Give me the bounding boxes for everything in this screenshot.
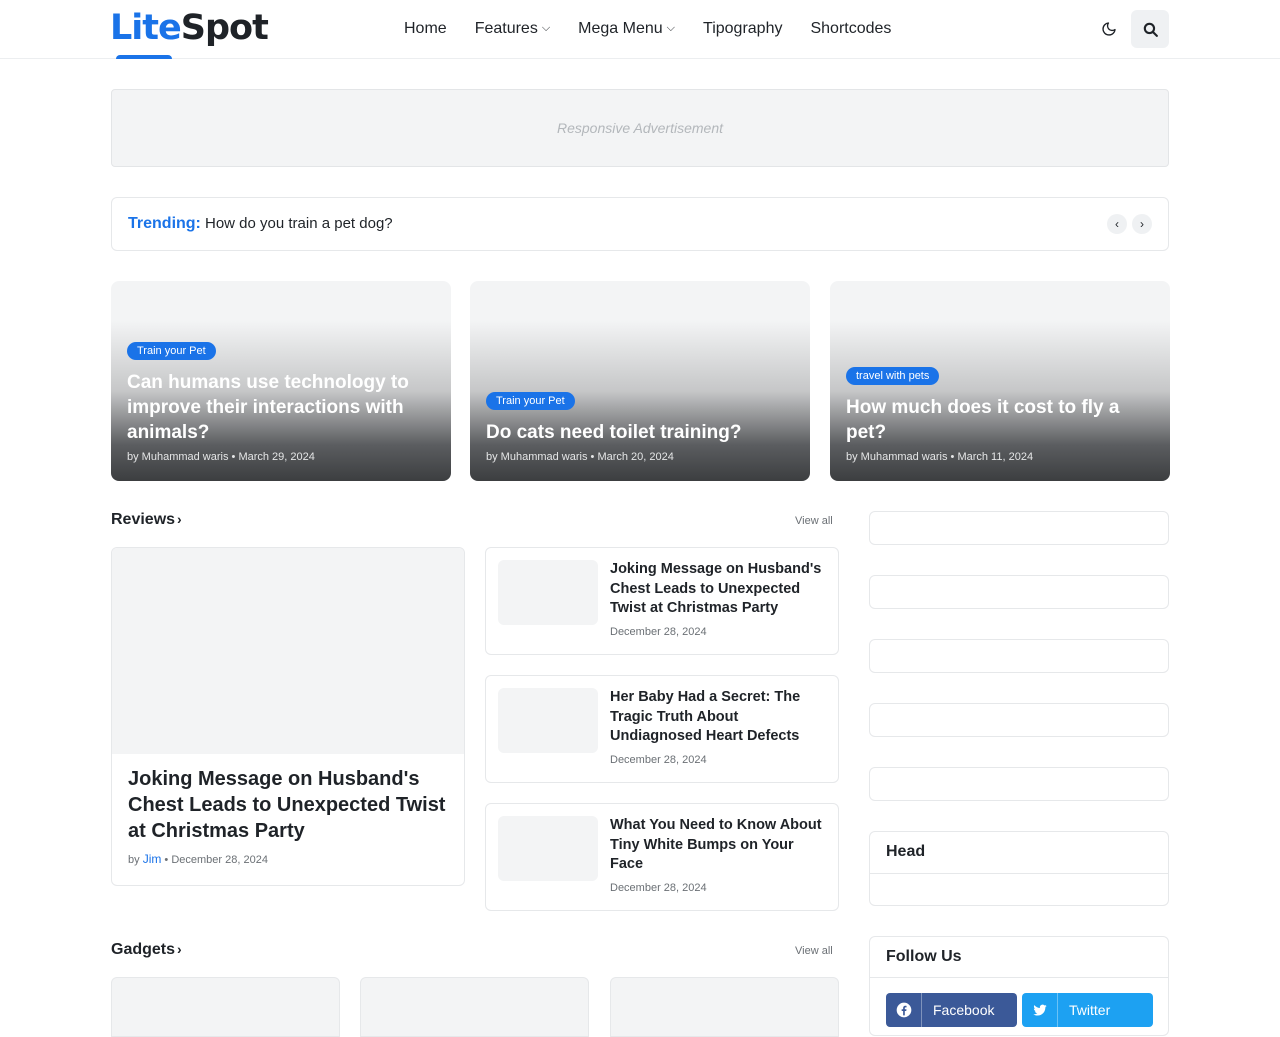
search-button[interactable] <box>1131 10 1169 48</box>
chevron-left-icon: ‹ <box>1115 217 1119 231</box>
nav-shortcodes[interactable]: Shortcodes <box>810 20 891 38</box>
nav-mega-menu[interactable]: Mega Menu ⌵ <box>578 20 675 38</box>
chevron-down-icon: ⌵ <box>666 21 676 34</box>
trending-label: Trending: <box>128 215 201 232</box>
logo-lite-text: Lite <box>110 8 182 48</box>
logo-underline <box>116 55 172 59</box>
reviews-section-title[interactable]: Reviews › <box>111 511 182 529</box>
featured-title[interactable]: How much does it cost to fly a pet? <box>846 395 1154 445</box>
follow-widget-title: Follow Us <box>886 948 962 965</box>
review-main-image[interactable] <box>112 548 464 754</box>
review-item-title[interactable]: Her Baby Had a Secret: The Tragic Truth … <box>610 688 830 747</box>
head-widget-title: Head <box>886 843 926 860</box>
featured-title[interactable]: Can humans use technology to improve the… <box>127 370 435 445</box>
category-tag[interactable]: Train your Pet <box>127 342 216 360</box>
trending-headline[interactable]: How do you train a pet dog? <box>205 215 393 232</box>
main-nav: Home Features ⌵ Mega Menu ⌵ Tipography Sho… <box>404 0 891 58</box>
reviews-title-text: Reviews <box>111 511 176 528</box>
advertisement-slot: Responsive Advertisement <box>111 89 1169 167</box>
nav-mega-menu-label: Mega Menu <box>578 20 663 37</box>
advertisement-text: Responsive Advertisement <box>556 120 723 136</box>
site-logo[interactable]: LiteSpot <box>110 8 269 48</box>
featured-card[interactable]: travel with pets How much does it cost t… <box>830 281 1170 481</box>
twitter-label: Twitter <box>1069 1002 1111 1018</box>
review-main-card[interactable]: Joking Message on Husband's Chest Leads … <box>111 547 465 886</box>
gadget-card[interactable] <box>360 977 589 1037</box>
chevron-right-icon: › <box>177 511 182 527</box>
gadgets-view-all-link[interactable]: View all <box>795 945 833 957</box>
gadgets-section-title[interactable]: Gadgets › <box>111 941 182 959</box>
gadgets-title-text: Gadgets <box>111 941 176 958</box>
featured-meta: by Muhammad waris • March 29, 2024 <box>127 451 315 463</box>
site-header: LiteSpot Home Features ⌵ Mega Menu ⌵ Tipog… <box>0 0 1280 59</box>
review-thumbnail[interactable] <box>498 816 598 881</box>
review-item-date: December 28, 2024 <box>610 882 707 894</box>
nav-tipography[interactable]: Tipography <box>703 20 782 38</box>
twitter-button[interactable]: Twitter <box>1022 993 1153 1027</box>
featured-meta: by Muhammad waris • March 11, 2024 <box>846 451 1034 463</box>
category-tag[interactable]: travel with pets <box>846 367 940 385</box>
featured-card[interactable]: Train your Pet Do cats need toilet train… <box>470 281 810 481</box>
review-main-title[interactable]: Joking Message on Husband's Chest Leads … <box>128 766 448 844</box>
review-thumbnail[interactable] <box>498 560 598 625</box>
featured-card[interactable]: Train your Pet Can humans use technology… <box>111 281 451 481</box>
sidebar-widget-placeholder <box>869 703 1169 737</box>
review-thumbnail[interactable] <box>498 688 598 753</box>
reviews-view-all-link[interactable]: View all <box>795 515 833 527</box>
chevron-right-icon: › <box>177 941 182 957</box>
nav-home[interactable]: Home <box>404 20 447 38</box>
review-item-title[interactable]: Joking Message on Husband's Chest Leads … <box>610 560 830 619</box>
chevron-right-icon: › <box>1140 217 1144 231</box>
nav-shortcodes-label: Shortcodes <box>810 20 892 37</box>
sidebar-widget-placeholder <box>869 575 1169 609</box>
facebook-icon <box>886 993 922 1027</box>
facebook-button[interactable]: Facebook <box>886 993 1017 1027</box>
featured-title[interactable]: Do cats need toilet training? <box>486 420 794 445</box>
search-icon <box>1143 22 1158 37</box>
logo-spot-text: Spot <box>180 8 269 48</box>
gadget-card[interactable] <box>111 977 340 1037</box>
review-main-date: • December 28, 2024 <box>164 854 268 866</box>
trending-next-button[interactable]: › <box>1132 214 1152 234</box>
sidebar-follow-widget: Follow Us Facebook Twitter <box>869 936 1169 1036</box>
review-item-date: December 28, 2024 <box>610 626 707 638</box>
nav-tipography-label: Tipography <box>703 20 783 37</box>
trending-prev-button[interactable]: ‹ <box>1107 214 1127 234</box>
moon-icon[interactable] <box>1098 18 1120 40</box>
review-list-item[interactable]: What You Need to Know About Tiny White B… <box>485 803 839 911</box>
review-list-item[interactable]: Joking Message on Husband's Chest Leads … <box>485 547 839 655</box>
sidebar-widget-placeholder <box>869 639 1169 673</box>
sidebar-head-widget: Head <box>869 831 1169 906</box>
twitter-icon <box>1022 993 1058 1027</box>
author-link[interactable]: Jim <box>143 852 162 866</box>
divider <box>870 873 1168 874</box>
facebook-label: Facebook <box>933 1002 995 1018</box>
nav-home-label: Home <box>404 20 447 37</box>
sidebar-widget-placeholder <box>869 511 1169 545</box>
trending-bar: Trending: How do you train a pet dog? ‹ … <box>111 197 1169 251</box>
review-main-meta: by Jim • December 28, 2024 <box>128 852 268 866</box>
by-label: by <box>128 854 140 866</box>
category-tag[interactable]: Train your Pet <box>486 392 575 410</box>
nav-features[interactable]: Features ⌵ <box>475 20 550 38</box>
sidebar-widget-placeholder <box>869 767 1169 801</box>
featured-meta: by Muhammad waris • March 20, 2024 <box>486 451 674 463</box>
divider <box>870 977 1168 978</box>
gadget-card[interactable] <box>610 977 839 1037</box>
chevron-down-icon: ⌵ <box>541 21 551 34</box>
review-item-title[interactable]: What You Need to Know About Tiny White B… <box>610 816 830 875</box>
review-list-item[interactable]: Her Baby Had a Secret: The Tragic Truth … <box>485 675 839 783</box>
nav-features-label: Features <box>474 20 538 37</box>
review-item-date: December 28, 2024 <box>610 754 707 766</box>
